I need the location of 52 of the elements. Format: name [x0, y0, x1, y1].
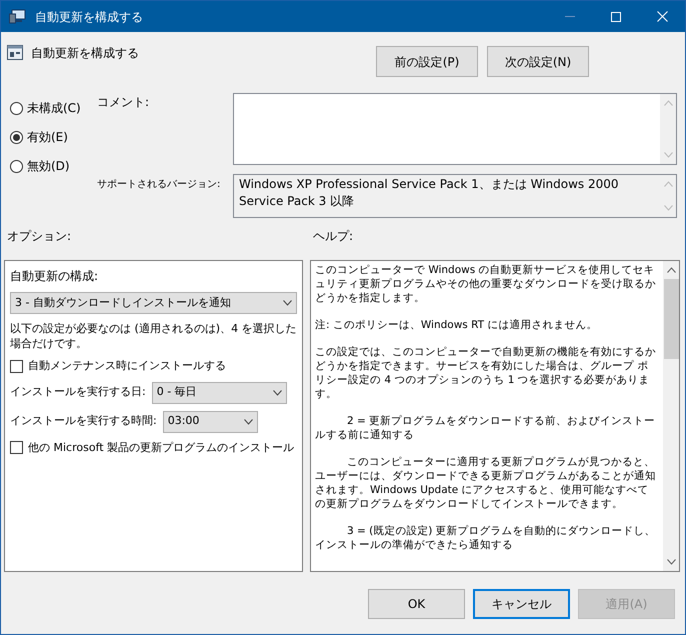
- scroll-up-icon: [664, 181, 672, 187]
- settings-page-icon: [7, 44, 23, 60]
- chevron-down-icon: [244, 418, 253, 424]
- radio-button[interactable]: [10, 160, 23, 172]
- scroll-down-icon: [664, 205, 672, 211]
- options-label: オプション:: [6, 228, 72, 245]
- scroll-up-icon: [666, 267, 676, 273]
- scroll-down-icon: [666, 559, 676, 565]
- minimize-icon: [565, 16, 575, 17]
- checkbox-label: 自動メンテナンス時にインストールする: [28, 358, 226, 374]
- scrollbar[interactable]: [660, 94, 676, 164]
- chevron-down-icon: [283, 300, 292, 306]
- help-paragraph: 3 = (既定の設定) 更新プログラムを自動的にダウンロードし、インストールの準備ができたら通知する: [315, 524, 657, 552]
- options-heading: 自動更新の構成:: [10, 268, 100, 285]
- dropdown-label: インストールを実行する日:: [10, 384, 146, 400]
- comment-field[interactable]: [233, 93, 677, 165]
- window-title: 自動更新を構成する: [35, 8, 143, 26]
- nav-button[interactable]: 次の設定(N): [487, 46, 589, 77]
- comment-label: コメント:: [96, 94, 150, 111]
- dialog-button[interactable]: OK: [368, 589, 465, 619]
- options-note: 以下の設定が必要なのは (適用されるのは)、4 を選択した場合だけです。: [10, 321, 297, 351]
- computer-icon: [9, 9, 26, 24]
- help-paragraph: このコンピューターで Windows の自動更新サービスを使用してセキュリティ更新プログラムやその他の重要なダウンロードを受け取るかどうかを指定します。: [315, 263, 657, 305]
- help-label: ヘルプ:: [312, 228, 354, 245]
- radio-label: 無効(D): [27, 158, 70, 175]
- help-paragraph: この設定では、このコンピューターで自動更新の機能を有効にするかどうかを指定できます。サービスを有効にした場合は、グループ ポリシー設定の 4 つのオプションのうち 1 つを選択する必要があります。: [315, 345, 657, 401]
- dropdown[interactable]: 0 - 毎日: [152, 382, 287, 404]
- help-paragraph: 2 = 更新プログラムをダウンロードする前、およびインストールする前に通知する: [315, 414, 656, 442]
- scroll-up-icon: [664, 100, 672, 106]
- radio-label: 未構成(C): [27, 100, 81, 117]
- dialog-button[interactable]: キャンセル: [473, 589, 570, 619]
- help-paragraph: このコンピューターに適用する更新プログラムが見つかると、ユーザーには、ダウンロードできる更新プログラムがあることが通知されます。Windows Update にアクセスすると、使用可能なすべての更新プログラムをダウンロードしてインストールできます。: [315, 455, 657, 511]
- help-paragraph: 注: このポリシーは、Windows RT には適用されません。: [315, 318, 598, 332]
- maximize-icon: [611, 12, 621, 22]
- radio-button[interactable]: [10, 130, 23, 144]
- supported-label: サポートされるバージョン:: [96, 178, 222, 192]
- checkbox[interactable]: [10, 441, 23, 454]
- radio-label: 有効(E): [27, 129, 68, 146]
- radio-button[interactable]: [10, 102, 23, 114]
- policy-title: 自動更新を構成する: [31, 45, 139, 62]
- chevron-down-icon: [272, 390, 282, 396]
- close-icon: [656, 11, 668, 22]
- checkbox[interactable]: [10, 360, 23, 373]
- dropdown[interactable]: 3 - 自動ダウンロードしインストールを通知: [10, 292, 297, 314]
- scroll-down-icon: [664, 152, 672, 158]
- scrollbar[interactable]: [663, 261, 679, 571]
- supported-versions-text: Windows XP Professional Service Pack 1、または Windows 2000 Service Pack 3 以降: [238, 176, 620, 210]
- scrollbar-thumb[interactable]: [664, 279, 678, 359]
- nav-button[interactable]: 前の設定(P): [376, 46, 478, 77]
- dropdown[interactable]: 03:00: [162, 410, 258, 432]
- dropdown-label: インストールを実行する時間:: [10, 413, 157, 430]
- checkbox-label: 他の Microsoft 製品の更新プログラムのインストール: [28, 440, 294, 456]
